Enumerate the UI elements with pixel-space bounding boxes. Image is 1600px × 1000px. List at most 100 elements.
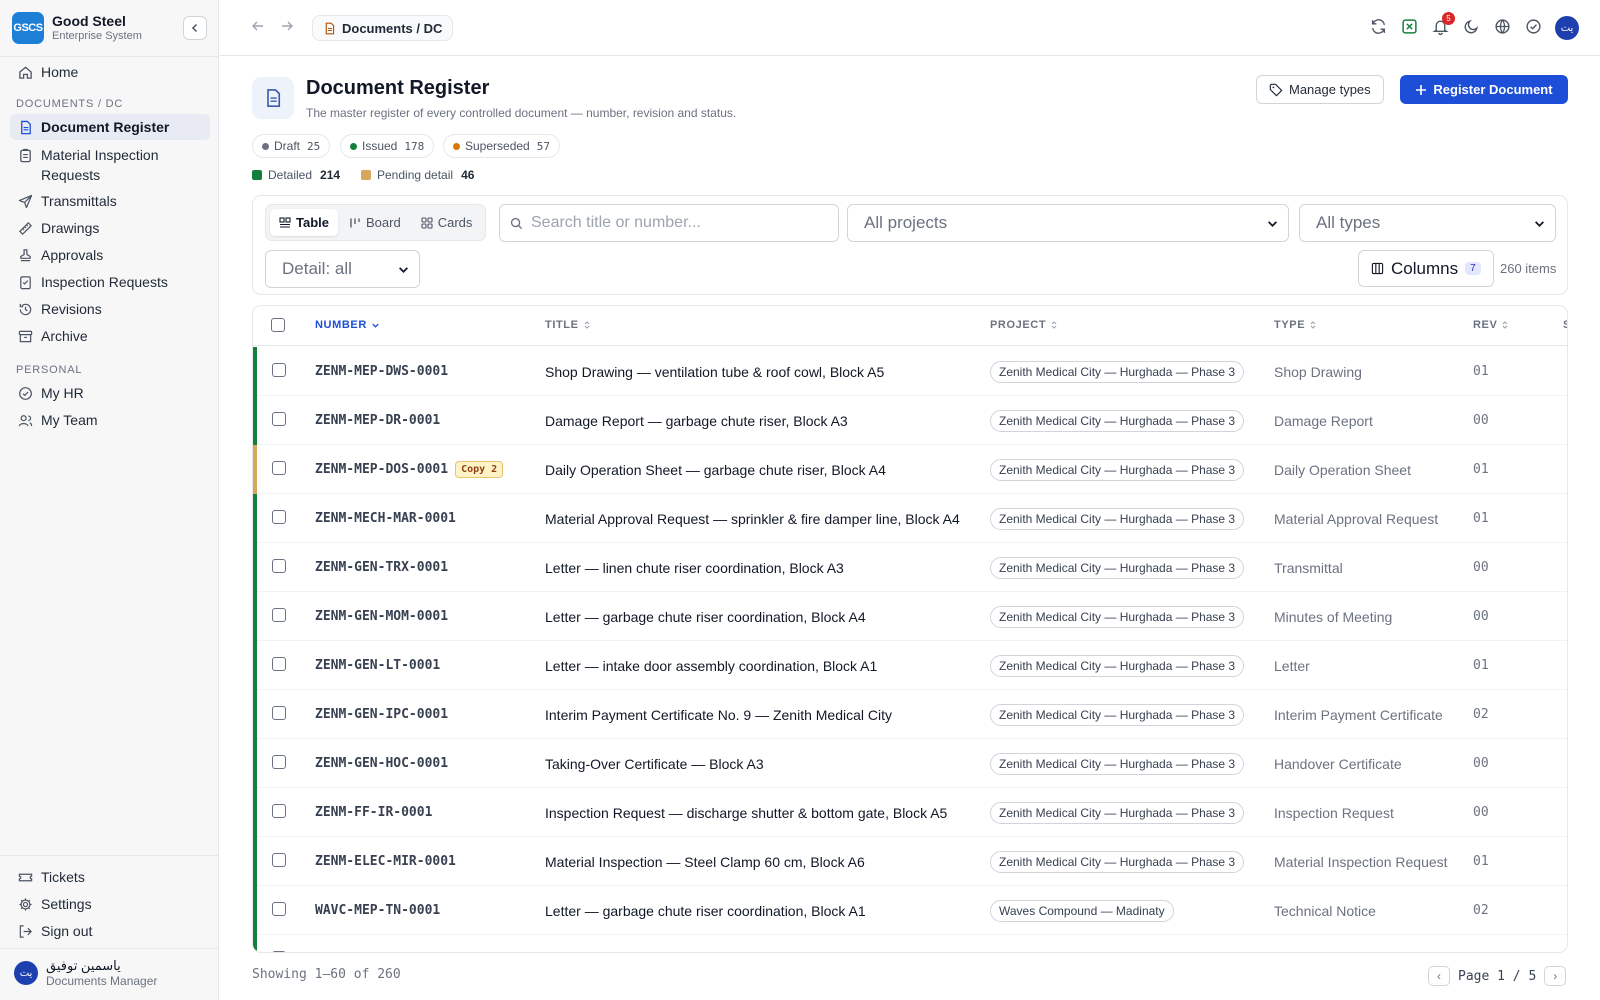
- row-checkbox[interactable]: [272, 706, 286, 720]
- table-row[interactable]: ZENM-MEP-DOS-0001 Copy 2 Daily Operation S…: [253, 445, 1567, 494]
- document-number-cell[interactable]: ZENM-GEN-HOC-0001: [315, 739, 448, 788]
- document-number-cell[interactable]: ZENM-GEN-TRX-0001: [315, 543, 448, 592]
- user-avatar-button[interactable]: يت: [1555, 16, 1579, 40]
- table-row[interactable]: ZENM-GEN-TRX-0001 Letter — linen chute ri…: [253, 543, 1567, 592]
- document-title[interactable]: Material Approval Request — sprinkler & …: [545, 494, 960, 543]
- type-select[interactable]: All types: [1299, 204, 1556, 242]
- document-title[interactable]: Letter — linen chute riser coordination,…: [545, 543, 844, 592]
- table-row[interactable]: ZENM-FF-IR-0001 Inspection Request — disc…: [253, 788, 1567, 837]
- table-row[interactable]: ZENM-MECH-MAR-0001 Material Approval Requ…: [253, 494, 1567, 543]
- prev-page-button[interactable]: ‹: [1428, 966, 1450, 986]
- search-input[interactable]: [531, 214, 828, 232]
- document-number-cell[interactable]: ZENM-MECH-MAR-0001: [315, 494, 456, 543]
- back-arrow-icon[interactable]: [250, 18, 266, 34]
- document-number-cell[interactable]: WAVC-MEP-TN-0001: [315, 886, 440, 935]
- refresh-icon[interactable]: [1370, 18, 1387, 35]
- spreadsheet-icon[interactable]: [1401, 18, 1418, 35]
- sidebar-item-document-register[interactable]: Document Register: [10, 114, 210, 140]
- document-number-cell[interactable]: ZENM-MEP-DOS-0001 Copy 2: [315, 445, 504, 494]
- next-page-button[interactable]: ›: [1544, 966, 1567, 986]
- document-number-cell[interactable]: ZENM-ELEC-MIR-0001: [315, 837, 456, 886]
- document-title[interactable]: Damage Report — garbage chute riser, Blo…: [545, 396, 848, 445]
- sidebar-item-drawings[interactable]: Drawings: [10, 215, 210, 241]
- column-header-status[interactable]: S: [1563, 319, 1567, 331]
- document-title[interactable]: Daily Operation Sheet — garbage chute ri…: [545, 445, 886, 494]
- detail-status-bar: [253, 886, 257, 935]
- check-circle-icon[interactable]: [1525, 18, 1542, 35]
- table-row[interactable]: ZENM-MEP-DWS-0001 Shop Drawing — ventilat…: [253, 347, 1567, 396]
- table-row[interactable]: ZENM-GEN-MOM-0001 Letter — garbage chute …: [253, 592, 1567, 641]
- sidebar-item-sign-out[interactable]: Sign out: [10, 918, 210, 944]
- current-user[interactable]: يت ياسمين توفيق Documents Manager: [14, 958, 157, 988]
- globe-icon[interactable]: [1494, 18, 1511, 35]
- sidebar-item-material-inspection-requests[interactable]: Material Inspection Requests: [10, 141, 210, 185]
- sidebar-item-inspection-requests[interactable]: Inspection Requests: [10, 269, 210, 295]
- view-cards-button[interactable]: Cards: [412, 209, 482, 236]
- register-document-button[interactable]: Register Document: [1400, 75, 1568, 104]
- forward-arrow-icon[interactable]: [279, 18, 295, 34]
- sidebar-item-archive[interactable]: Archive: [10, 323, 210, 349]
- column-header-title[interactable]: TITLE: [545, 319, 591, 331]
- detail-select[interactable]: Detail: all: [265, 250, 420, 288]
- table-row[interactable]: WAVC-MEP-TN-0001 Letter — garbage chute r…: [253, 886, 1567, 935]
- column-header-rev[interactable]: REV: [1473, 319, 1509, 331]
- document-title[interactable]: Letter — intake door assembly coordinati…: [545, 641, 877, 690]
- project-cell: Zenith Medical City — Hurghada — Phase 3: [990, 494, 1245, 543]
- sidebar-item-tickets[interactable]: Tickets: [10, 864, 210, 890]
- row-checkbox[interactable]: [272, 363, 286, 377]
- columns-button[interactable]: Columns 7: [1358, 250, 1494, 287]
- document-title[interactable]: Material Inspection — Steel Clamp 60 cm,…: [545, 837, 865, 886]
- row-checkbox[interactable]: [272, 902, 286, 916]
- document-title[interactable]: Letter — garbage chute riser coordinatio…: [545, 886, 866, 935]
- moon-icon[interactable]: [1463, 18, 1480, 35]
- status-chip-superseded[interactable]: Superseded 57: [443, 134, 560, 158]
- row-checkbox[interactable]: [272, 951, 286, 952]
- status-chip-draft[interactable]: Draft 25: [252, 134, 331, 158]
- brand[interactable]: GSCS Good Steel Enterprise System: [12, 12, 142, 44]
- sidebar-item-my-hr[interactable]: My HR: [10, 380, 210, 406]
- row-checkbox[interactable]: [272, 853, 286, 867]
- table-row[interactable]: ZENM-GEN-HOC-0001 Taking-Over Certificate…: [253, 739, 1567, 788]
- row-checkbox[interactable]: [272, 755, 286, 769]
- sidebar-item-transmittals[interactable]: Transmittals: [10, 188, 210, 214]
- document-number-cell[interactable]: ZENM-FF-IR-0001: [315, 788, 432, 837]
- status-chip-issued[interactable]: Issued 178: [340, 134, 435, 158]
- table-row[interactable]: ZENM-MEP-DR-0001 Damage Report — garbage …: [253, 396, 1567, 445]
- manage-types-button[interactable]: Manage types: [1256, 75, 1384, 104]
- column-header-project[interactable]: PROJECT: [990, 319, 1058, 331]
- row-checkbox[interactable]: [272, 461, 286, 475]
- document-title[interactable]: Taking-Over Certificate — Block A3: [545, 739, 764, 788]
- collapse-sidebar-button[interactable]: [183, 16, 207, 40]
- sidebar-item-approvals[interactable]: Approvals: [10, 242, 210, 268]
- row-checkbox[interactable]: [272, 510, 286, 524]
- breadcrumb[interactable]: Documents / DC: [312, 15, 454, 41]
- table-row[interactable]: ZENM-ELEC-MIR-0001 Material Inspection — …: [253, 837, 1567, 886]
- document-number-cell[interactable]: ZENM-GEN-IPC-0001: [315, 690, 448, 739]
- row-checkbox[interactable]: [272, 657, 286, 671]
- project-select[interactable]: All projects: [847, 204, 1289, 242]
- document-title[interactable]: Inspection Request — discharge shutter &…: [545, 788, 947, 837]
- sidebar-item-revisions[interactable]: Revisions: [10, 296, 210, 322]
- view-board-button[interactable]: Board: [340, 209, 410, 236]
- document-number-cell[interactable]: ZENM-MEP-DR-0001: [315, 396, 440, 445]
- document-title[interactable]: Shop Drawing — ventilation tube & roof c…: [545, 347, 884, 396]
- sidebar-item-home[interactable]: Home: [10, 59, 210, 85]
- row-checkbox[interactable]: [272, 608, 286, 622]
- document-number-cell[interactable]: ZENM-GEN-MOM-0001: [315, 592, 448, 641]
- sidebar-item-my-team[interactable]: My Team: [10, 407, 210, 433]
- row-checkbox[interactable]: [272, 559, 286, 573]
- row-checkbox[interactable]: [272, 412, 286, 426]
- row-checkbox[interactable]: [272, 804, 286, 818]
- table-row[interactable]: [253, 935, 1567, 952]
- document-number-cell[interactable]: ZENM-GEN-LT-0001: [315, 641, 440, 690]
- document-title[interactable]: Interim Payment Certificate No. 9 — Zeni…: [545, 690, 892, 739]
- sidebar-item-settings[interactable]: Settings: [10, 891, 210, 917]
- table-row[interactable]: ZENM-GEN-IPC-0001 Interim Payment Certifi…: [253, 690, 1567, 739]
- view-table-button[interactable]: Table: [270, 209, 338, 236]
- document-title[interactable]: Letter — garbage chute riser coordinatio…: [545, 592, 866, 641]
- table-row[interactable]: ZENM-GEN-LT-0001 Letter — intake door ass…: [253, 641, 1567, 690]
- column-header-type[interactable]: TYPE: [1274, 319, 1317, 331]
- select-all-checkbox[interactable]: [271, 318, 285, 332]
- document-number-cell[interactable]: ZENM-MEP-DWS-0001: [315, 347, 448, 396]
- column-header-number[interactable]: NUMBER: [315, 319, 380, 331]
